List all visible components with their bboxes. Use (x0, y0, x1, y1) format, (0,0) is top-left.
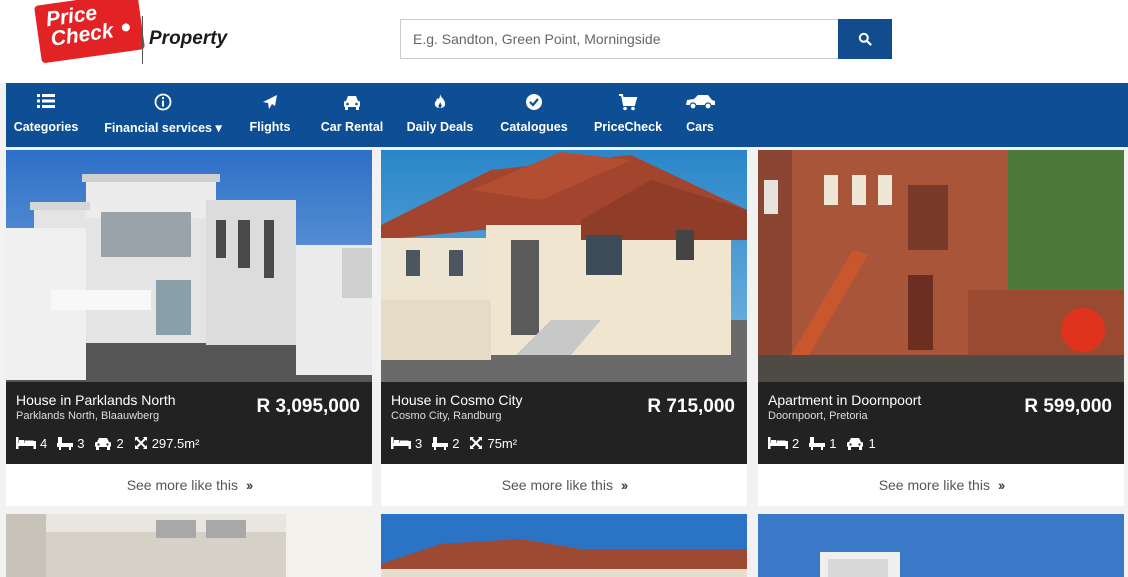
listing-price: R 3,095,000 (256, 396, 360, 417)
see-more-label: See more like this (501, 477, 613, 493)
bath-icon (809, 436, 826, 450)
size-value: 75m² (487, 435, 518, 451)
listing-card[interactable]: House in Cosmo City Cosmo City, Randburg… (381, 150, 747, 506)
listing-price: R 715,000 (647, 396, 735, 417)
bathrooms-count: 1 (829, 435, 837, 451)
search-input[interactable] (400, 19, 839, 59)
garages-count: 1 (868, 435, 876, 451)
nav-label: Flights (249, 120, 291, 134)
listing-photo[interactable] (6, 514, 372, 577)
size-feature: 75m² (469, 436, 517, 451)
bedrooms-feature: 4 (16, 436, 47, 451)
double-chevron-right-icon: ›› (997, 477, 1005, 493)
search-button[interactable] (838, 19, 892, 59)
nav-item-daily-deals[interactable]: Daily Deals (402, 83, 478, 147)
bathrooms-count: 3 (77, 435, 85, 451)
listing-price: R 599,000 (1024, 396, 1112, 417)
bathrooms-feature: 3 (57, 436, 84, 451)
nav-item-cars[interactable]: Cars (678, 83, 722, 147)
listing-photo[interactable] (758, 150, 1124, 382)
listing-info[interactable]: Apartment in Doornpoort Doornpoort, Pret… (758, 382, 1124, 464)
listing-info[interactable]: House in Cosmo City Cosmo City, Randburg… (381, 382, 747, 464)
car-icon (344, 96, 360, 110)
see-more-link[interactable]: See more like this ›› (6, 464, 372, 506)
expand-icon (134, 437, 147, 449)
listing-title: Apartment in Doornpoort (768, 392, 922, 408)
listing-features: 4 3 2 297.5m² (16, 434, 209, 452)
listing-location: Doornpoort, Pretoria (768, 410, 868, 422)
see-more-link[interactable]: See more like this ›› (381, 464, 747, 506)
nav-label: Categories (13, 120, 79, 134)
nav-label: PriceCheck (593, 120, 663, 134)
bathrooms-feature: 2 (432, 436, 459, 451)
listing-photo[interactable] (381, 150, 747, 382)
logo-text-line2: Check (49, 19, 115, 51)
main-nav: Categories Financial services ▾ Flights … (6, 83, 1128, 147)
listing-photo[interactable] (381, 514, 747, 577)
bed-icon (768, 437, 788, 449)
bedrooms-feature: 3 (391, 436, 422, 451)
car-icon (847, 437, 864, 450)
nav-label: Cars (686, 120, 714, 134)
double-chevron-right-icon: ›› (245, 477, 253, 493)
listing-features: 3 2 75m² (391, 434, 527, 452)
expand-icon (470, 437, 483, 449)
bed-icon (391, 437, 411, 449)
nav-item-pricecheck[interactable]: PriceCheck (588, 83, 668, 147)
garages-count: 2 (116, 435, 124, 451)
pricecheck-property-logo[interactable]: Price Check (34, 0, 146, 68)
fire-icon (434, 94, 446, 108)
bed-icon (16, 437, 36, 449)
listing-card[interactable]: House in Parklands North Parklands North… (6, 150, 372, 506)
listing-features: 2 1 1 (768, 434, 886, 452)
see-more-label: See more like this (878, 477, 990, 493)
info-icon (154, 93, 172, 111)
list-icon (37, 94, 55, 108)
plane-icon (263, 95, 277, 109)
bathrooms-feature: 1 (809, 436, 836, 451)
garages-feature: 2 (94, 435, 124, 451)
nav-label: Financial services ▾ (104, 121, 222, 135)
listing-card[interactable]: Apartment in Doornpoort Doornpoort, Pret… (758, 150, 1124, 506)
nav-label: Daily Deals (406, 120, 474, 134)
bedrooms-count: 4 (40, 435, 48, 451)
listing-photo[interactable] (6, 150, 372, 382)
bedrooms-count: 2 (792, 435, 800, 451)
search-icon (858, 32, 872, 46)
listing-title: House in Parklands North (16, 392, 176, 408)
bedrooms-count: 3 (415, 435, 423, 451)
car-side-icon (686, 95, 715, 110)
listing-info[interactable]: House in Parklands North Parklands North… (6, 382, 372, 464)
double-chevron-right-icon: ›› (620, 477, 628, 493)
nav-item-financial-services[interactable]: Financial services ▾ (100, 83, 226, 147)
listing-photo[interactable] (758, 514, 1124, 577)
see-more-label: See more like this (126, 477, 238, 493)
cart-icon (619, 94, 638, 111)
nav-label: Car Rental (320, 120, 384, 134)
listing-location: Parklands North, Blaauwberg (16, 410, 160, 422)
car-icon (95, 437, 112, 450)
logo-product-name: Property (149, 28, 228, 49)
nav-item-catalogues[interactable]: Catalogues (496, 83, 572, 147)
nav-item-flights[interactable]: Flights (240, 83, 300, 147)
logo-dot (121, 22, 131, 32)
site-header: Price Check Property (0, 0, 1128, 83)
nav-label: Catalogues (500, 120, 568, 134)
size-feature: 297.5m² (134, 435, 200, 451)
bath-icon (57, 436, 74, 450)
logo-divider (142, 16, 143, 64)
bathrooms-count: 2 (452, 435, 460, 451)
bath-icon (432, 436, 449, 450)
listing-location: Cosmo City, Randburg (391, 410, 502, 422)
nav-item-categories[interactable]: Categories (6, 83, 86, 147)
nav-item-car-rental[interactable]: Car Rental (312, 83, 392, 147)
logo-badge: Price Check (34, 0, 146, 64)
check-circle-icon (526, 94, 542, 110)
see-more-link[interactable]: See more like this ›› (758, 464, 1124, 506)
listing-title: House in Cosmo City (391, 392, 523, 408)
bedrooms-feature: 2 (768, 436, 799, 451)
size-value: 297.5m² (151, 435, 200, 451)
garages-feature: 1 (846, 435, 876, 451)
